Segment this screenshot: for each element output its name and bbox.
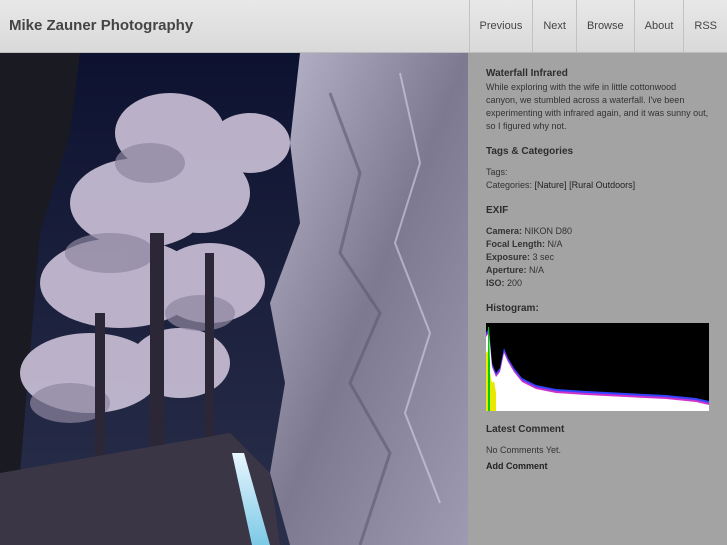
exif-aperture-label: Aperture: [486, 265, 527, 275]
photo-sidebar: Waterfall Infrared While exploring with … [468, 53, 727, 545]
tags-label: Tags: [486, 167, 508, 177]
exif-exposure: Exposure: 3 sec [486, 251, 709, 264]
site-title[interactable]: Mike Zauner Photography [9, 17, 193, 34]
exif-aperture: Aperture: N/A [486, 264, 709, 277]
exif-camera-value: NIKON D80 [524, 226, 573, 236]
nav-previous[interactable]: Previous [468, 0, 533, 52]
exif-exposure-label: Exposure: [486, 252, 531, 262]
category-link-nature[interactable]: [Nature] [535, 180, 567, 190]
exif-focal-value: N/A [547, 239, 563, 249]
main-nav: Previous Next Browse About RSS [468, 0, 727, 52]
exif-camera: Camera: NIKON D80 [486, 225, 709, 238]
histogram [486, 323, 709, 411]
category-link-rural-outdoors[interactable]: [Rural Outdoors] [569, 180, 635, 190]
nav-browse[interactable]: Browse [575, 0, 634, 52]
main-photo[interactable] [0, 53, 468, 545]
exif-iso-label: ISO: [486, 278, 505, 288]
latest-comment-heading: Latest Comment [486, 424, 565, 435]
exif-iso: ISO: 200 [486, 277, 709, 290]
photo-description: While exploring with the wife in little … [486, 82, 709, 131]
exif-heading: EXIF [486, 205, 509, 216]
histogram-graph [486, 327, 709, 411]
exif-focal-label: Focal Length: [486, 239, 545, 249]
site-header: Mike Zauner Photography Previous Next Br… [0, 0, 727, 53]
add-comment-link[interactable]: Add Comment [486, 460, 709, 473]
categories-label: Categories: [486, 180, 533, 190]
no-comments-text: No Comments Yet. [486, 445, 562, 455]
photo-title: Waterfall Infrared [486, 68, 568, 79]
tags-line: Tags: [486, 166, 709, 179]
nav-next[interactable]: Next [532, 0, 576, 52]
photo-image [0, 53, 468, 545]
categories-line: Categories: [Nature] [Rural Outdoors] [486, 179, 709, 192]
exif-list: Camera: NIKON D80 Focal Length: N/A Expo… [486, 225, 709, 290]
exif-aperture-value: N/A [529, 265, 545, 275]
exif-iso-value: 200 [507, 278, 523, 288]
histogram-heading: Histogram: [486, 303, 539, 314]
exif-camera-label: Camera: [486, 226, 523, 236]
tags-heading: Tags & Categories [486, 146, 574, 157]
exif-focal-length: Focal Length: N/A [486, 238, 709, 251]
nav-about[interactable]: About [633, 0, 684, 52]
nav-rss[interactable]: RSS [683, 0, 727, 52]
exif-exposure-value: 3 sec [532, 252, 555, 262]
